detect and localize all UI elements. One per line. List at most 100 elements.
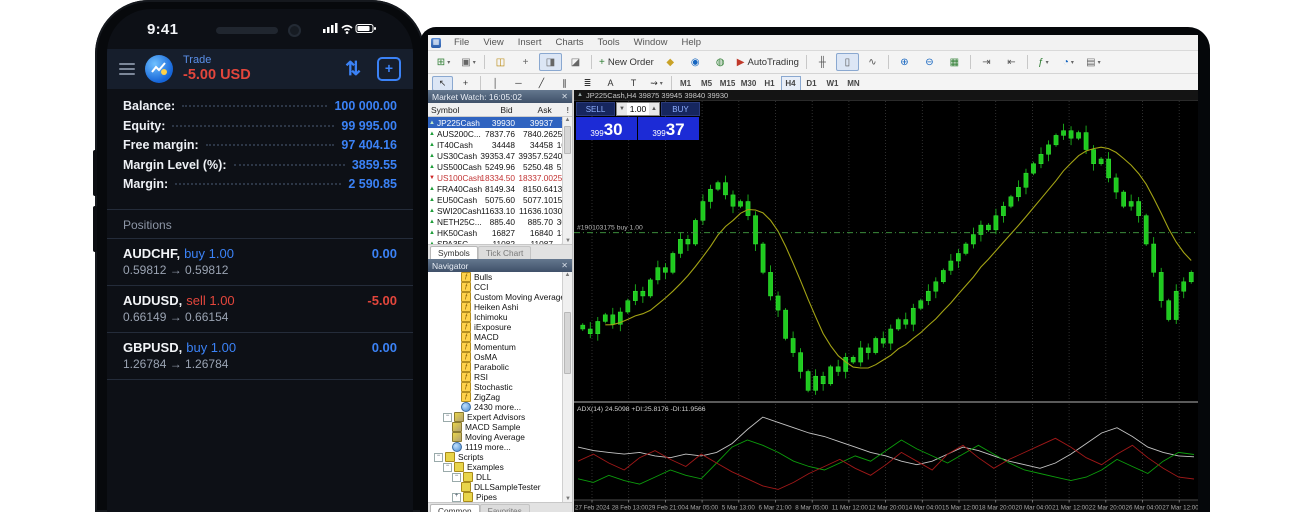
column-spread[interactable]: ! [555,105,572,115]
market-watch-scrollbar[interactable]: ▲▼ [562,117,572,244]
tree-item[interactable]: +Pipes [428,492,572,502]
line-mode-icon[interactable]: ∿ [861,53,884,71]
menu-item-window[interactable]: Window [627,37,675,48]
data-window-icon[interactable]: + [514,53,537,71]
tab-tick-chart[interactable]: Tick Chart [478,246,532,259]
buy-button[interactable]: BUY [661,102,700,116]
crosshair-tool-icon[interactable]: + [455,76,476,91]
collapse-icon[interactable]: − [443,463,452,472]
terminal-toggle-icon[interactable]: ◪ [564,53,587,71]
position-row[interactable]: AUDUSD,sell 1.00-5.000.66149 → 0.66154 [107,285,413,332]
tree-item[interactable]: MACD Sample [428,422,572,432]
tab-favorites[interactable]: Favorites [480,504,530,512]
column-ask[interactable]: Ask [516,105,555,115]
cursor-tool-icon[interactable]: ↖ [432,76,453,91]
buy-price[interactable]: 39937 [638,117,699,140]
position-row[interactable]: GBPUSD,buy 1.000.001.26784 → 1.26784 [107,332,413,379]
tree-item[interactable]: −DLL [428,472,572,482]
column-symbol[interactable]: Symbol [428,105,477,115]
tree-item[interactable]: Moving Average [428,432,572,442]
profiles-icon[interactable]: ▣▾ [457,53,480,71]
menu-item-help[interactable]: Help [674,37,708,48]
timeframe-m1[interactable]: M1 [676,76,696,91]
tree-item[interactable]: ƒOsMA [428,352,572,362]
timeframe-mn[interactable]: MN [844,76,864,91]
table-row[interactable]: ▲JP225Cash39930399377 [428,117,572,128]
chart-collapse-icon[interactable]: ▲ [577,92,583,98]
tree-item[interactable]: ƒCustom Moving Averages [428,292,572,302]
tree-item[interactable]: ƒBulls [428,272,572,282]
volume-increase-button[interactable]: ▲ [649,103,659,115]
timeframe-w1[interactable]: W1 [823,76,843,91]
candle-mode-icon[interactable]: ▯ [836,53,859,71]
menu-item-insert[interactable]: Insert [511,37,549,48]
collapse-icon[interactable]: − [452,473,461,482]
table-row[interactable]: ▲FRA40Cash8149.348150.64130 [428,183,572,194]
close-icon[interactable]: ✕ [561,92,568,101]
menu-item-view[interactable]: View [476,37,510,48]
sort-transfer-icon[interactable]: ⇅ [345,58,361,81]
table-row[interactable]: ▲US30Cash39353.4739357.52405 [428,150,572,161]
tree-item[interactable]: −Expert Advisors [428,412,572,422]
tree-item[interactable]: ƒMACD [428,332,572,342]
periods-menu-icon[interactable]: ◔▾ [1057,53,1080,71]
new-order-icon[interactable]: + [377,57,401,81]
shapes-menu-icon[interactable]: ⇝▾ [646,76,667,91]
zoom-in-icon[interactable]: ⊕ [893,53,916,71]
tree-item[interactable]: 2430 more... [428,402,572,412]
table-row[interactable]: ▲SWI20Cash11633.1011636.10300 [428,205,572,216]
fibonacci-tool-icon[interactable]: ≣ [577,76,598,91]
community-icon[interactable]: ◉ [684,53,707,71]
volume-value[interactable]: 1.00 [627,104,649,114]
sell-price[interactable]: 39930 [576,117,637,140]
tree-item[interactable]: −Scripts [428,452,572,462]
tree-item[interactable]: 1119 more... [428,442,572,452]
tree-item[interactable]: DLLSampleTester [428,482,572,492]
tab-common[interactable]: Common [430,504,480,512]
vertical-line-tool-icon[interactable]: │ [485,76,506,91]
timeframe-m15[interactable]: M15 [718,76,738,91]
indicators-menu-icon[interactable]: ƒ▾ [1032,53,1055,71]
table-row[interactable]: ▲NETH25C...885.40885.7030 [428,216,572,227]
new-chart-icon[interactable]: ⊞▾ [432,53,455,71]
timeframe-d1[interactable]: D1 [802,76,822,91]
metaeditor-icon[interactable]: ◆ [659,53,682,71]
column-bid[interactable]: Bid [477,105,515,115]
text-tool-icon[interactable]: A [600,76,621,91]
expand-icon[interactable]: + [452,493,461,502]
timeframe-m30[interactable]: M30 [739,76,759,91]
menu-item-charts[interactable]: Charts [549,37,591,48]
menu-item-file[interactable]: File [447,37,476,48]
website-icon[interactable]: ◍ [709,53,732,71]
tree-item[interactable]: ƒCCI [428,282,572,292]
tree-item[interactable]: ƒRSI [428,372,572,382]
position-row[interactable]: AUDCHF,buy 1.000.000.59812 → 0.59812 [107,238,413,285]
timeframe-h4[interactable]: H4 [781,76,801,91]
tree-item[interactable]: ƒHeiken Ashi [428,302,572,312]
collapse-icon[interactable]: − [443,413,452,422]
autotrading-icon[interactable]: ▶AutoTrading [734,53,802,71]
tree-item[interactable]: ƒMomentum [428,342,572,352]
table-row[interactable]: ▼US100Cash18334.5018337.00250 [428,172,572,183]
auto-scroll-icon[interactable]: ⇥ [975,53,998,71]
channel-tool-icon[interactable]: ∥ [554,76,575,91]
new-order-icon[interactable]: +New Order [596,53,657,71]
tree-item[interactable]: ƒStochastic [428,382,572,392]
tree-item[interactable]: −Examples [428,462,572,472]
timeframe-h1[interactable]: H1 [760,76,780,91]
table-row[interactable]: ▲IT40Cash344483445810 [428,139,572,150]
market-watch-toggle-icon[interactable]: ◫ [489,53,512,71]
collapse-icon[interactable]: − [434,453,443,462]
timeframe-m5[interactable]: M5 [697,76,717,91]
sell-button[interactable]: SELL [576,102,615,116]
bar-chart-mode-icon[interactable]: ╫ [811,53,834,71]
menu-item-tools[interactable]: Tools [590,37,626,48]
tree-item[interactable]: ƒiExposure [428,322,572,332]
table-row[interactable]: ▲EU50Cash5075.605077.10150 [428,194,572,205]
zoom-out-icon[interactable]: ⊖ [918,53,941,71]
table-row[interactable]: ▲HK50Cash168271684013 [428,227,572,238]
navigator-toggle-icon[interactable]: ◨ [539,53,562,71]
horizontal-line-tool-icon[interactable]: ─ [508,76,529,91]
trendline-tool-icon[interactable]: ╱ [531,76,552,91]
tab-symbols[interactable]: Symbols [430,246,478,259]
